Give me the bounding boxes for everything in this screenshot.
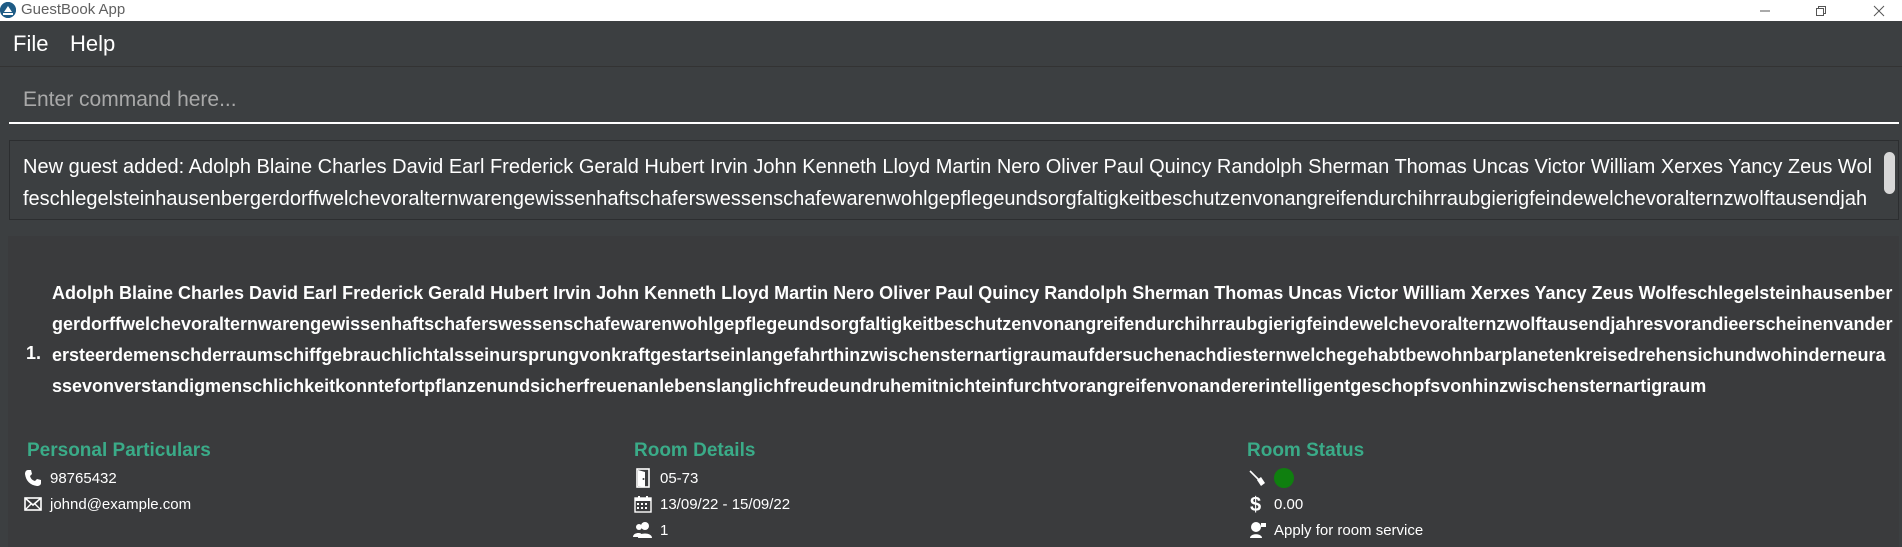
broom-icon [1246, 467, 1268, 489]
date-range: 13/09/22 - 15/09/22 [660, 495, 791, 513]
room-number-row: 05-73 [632, 466, 698, 490]
room-service-icon [1246, 519, 1268, 541]
guest-name: Adolph Blaine Charles David Earl Frederi… [52, 283, 1893, 396]
room-service-text: Apply for room service [1274, 521, 1424, 539]
maximize-icon [1816, 5, 1826, 16]
phone-icon [22, 467, 44, 489]
menu-help[interactable]: Help [70, 31, 115, 57]
minimize-icon [1760, 10, 1770, 11]
close-icon [1873, 5, 1885, 16]
bill-row: $ 0.00 [1246, 492, 1303, 516]
people-icon [632, 519, 654, 541]
email-address: johnd@example.com [50, 495, 192, 513]
phone-row: 98765432 [22, 466, 117, 490]
door-icon [632, 467, 654, 489]
email-icon [22, 493, 44, 515]
svg-text:$: $ [1250, 494, 1261, 514]
room-service-row: Apply for room service [1246, 518, 1423, 542]
command-input[interactable] [9, 78, 1899, 124]
date-range-row: 13/09/22 - 15/09/22 [632, 492, 790, 516]
room-number: 05-73 [660, 469, 699, 487]
guest-card[interactable]: 1. Adolph Blaine Charles David Earl Fred… [8, 236, 1899, 547]
pax-count: 1 [660, 521, 669, 539]
maximize-button[interactable] [1798, 0, 1844, 21]
window-titlebar: GuestBook App [0, 0, 1902, 21]
menu-bar: File Help [0, 21, 1902, 67]
guest-index: 1. [26, 343, 42, 363]
clean-status-indicator [1274, 468, 1294, 488]
room-status-title: Room Status [1247, 440, 1365, 461]
window-title: GuestBook App [21, 1, 126, 18]
result-display: New guest added: Adolph Blaine Charles D… [9, 140, 1899, 220]
pax-row: 1 [632, 518, 668, 542]
bill-amount: 0.00 [1274, 495, 1304, 513]
close-button[interactable] [1856, 0, 1902, 21]
dollar-icon: $ [1246, 493, 1268, 515]
result-scroll-thumb[interactable] [1884, 152, 1895, 194]
clean-status-row [1246, 466, 1294, 490]
command-box [0, 68, 1902, 134]
email-row: johnd@example.com [22, 492, 191, 516]
phone-number: 98765432 [50, 469, 117, 487]
calendar-icon [632, 493, 654, 515]
result-scrollbar[interactable] [1884, 148, 1895, 214]
personal-particulars-title: Personal Particulars [27, 440, 211, 461]
result-message: New guest added: Adolph Blaine Charles D… [23, 156, 1873, 210]
app-logo-icon [0, 2, 16, 18]
room-details-title: Room Details [634, 440, 756, 461]
menu-file[interactable]: File [13, 31, 48, 57]
minimize-button[interactable] [1742, 0, 1788, 21]
guest-list-panel: 1. Adolph Blaine Charles David Earl Fred… [8, 236, 1899, 547]
